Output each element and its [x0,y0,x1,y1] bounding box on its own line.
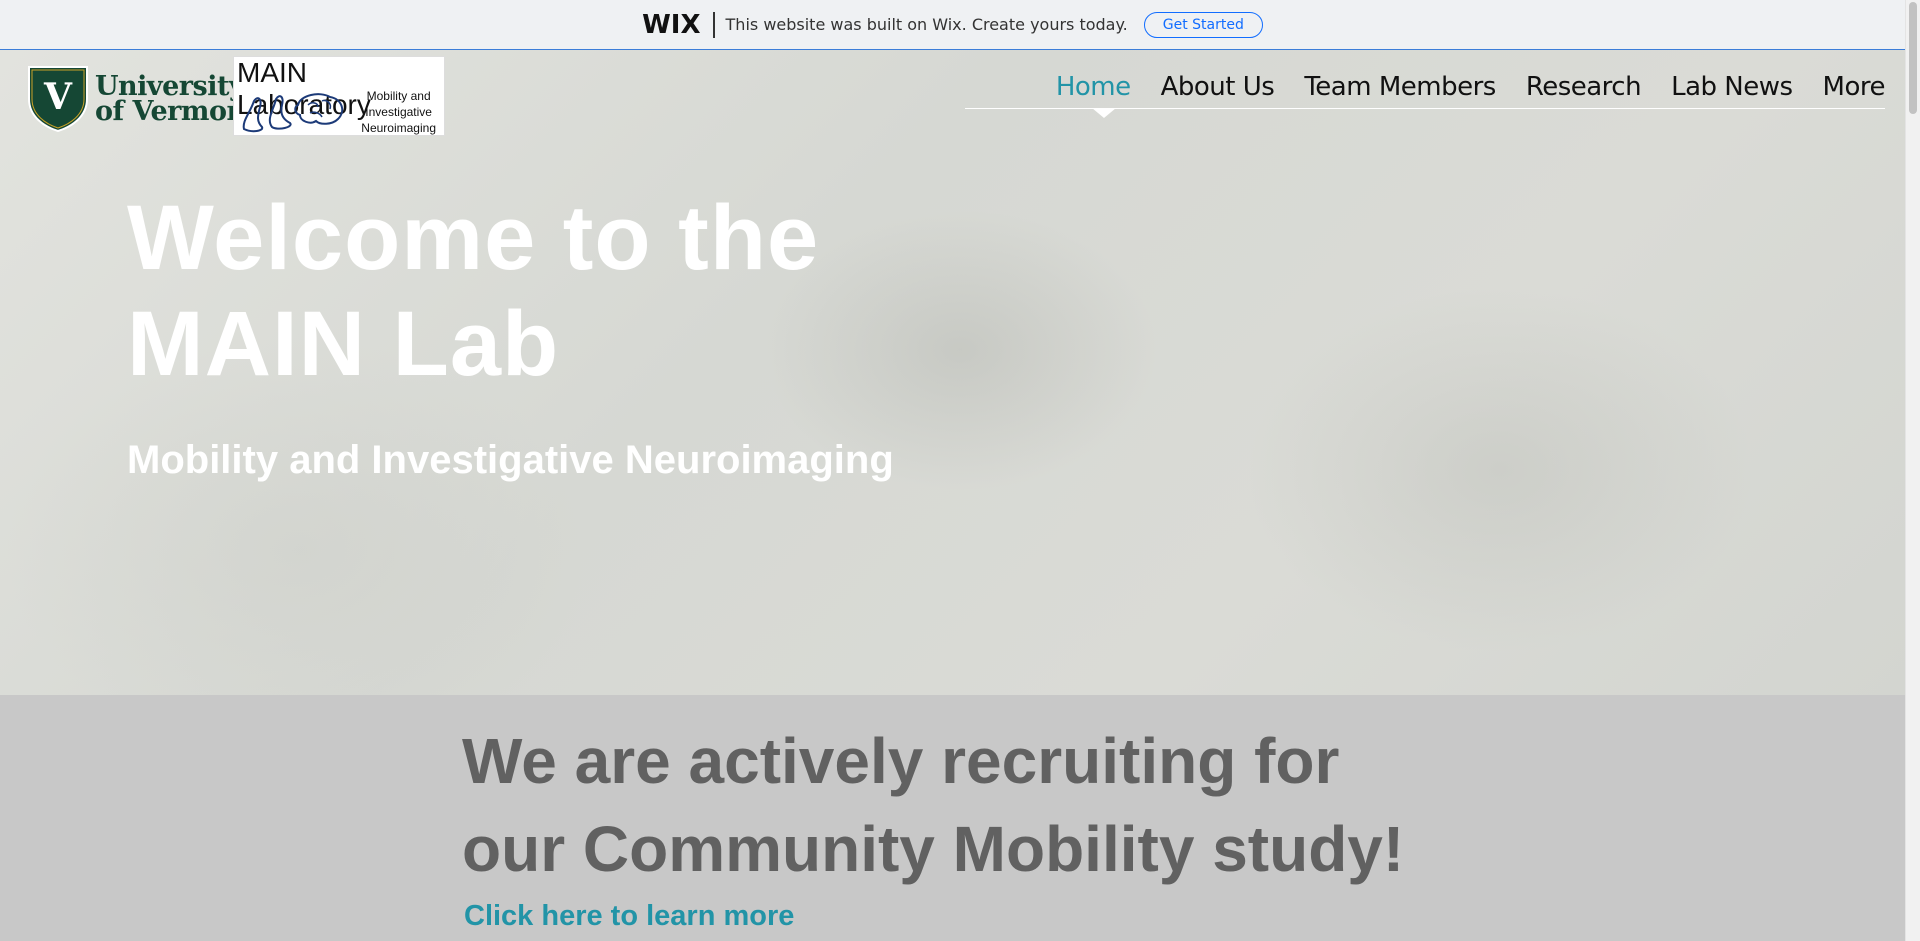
nav-item-home[interactable]: Home [1056,70,1131,104]
wix-logo[interactable]: WIX [642,10,700,40]
page-scrollbar[interactable] [1905,0,1920,941]
lab-logo-subtitle-line1: Mobility and [366,89,431,103]
wix-banner: WIX This website was built on Wix. Creat… [0,0,1905,50]
hero-title: Welcome to the MAIN Lab [127,185,819,397]
wix-divider [712,11,715,38]
recruiting-heading-line2: our Community Mobility study! [462,813,1405,885]
scrollbar-thumb[interactable] [1909,2,1917,114]
wix-banner-message: This website was built on Wix. Create yo… [725,15,1128,34]
nav-item-research[interactable]: Research [1526,70,1642,104]
hero-section: V University of Vermont MAIN Laboratory … [0,50,1905,695]
recruiting-heading: We are actively recruiting for our Commu… [462,717,1462,893]
feet-brain-icon [242,93,344,133]
learn-more-link[interactable]: Click here to learn more [464,900,794,933]
nav-item-about-us[interactable]: About Us [1161,70,1275,104]
uvm-shield-letter: V [43,76,73,118]
hero-title-line2: MAIN Lab [127,293,560,395]
lab-logo-subtitle-line3: Neuroimaging [361,121,436,135]
hero-title-line1: Welcome to the [127,187,820,289]
lab-logo-subtitle: Mobility and Investigative Neuroimaging [361,88,436,136]
active-nav-indicator [1092,108,1116,118]
uvm-shield-icon: V [28,66,88,133]
main-navigation: Home About Us Team Members Research Lab … [965,70,1886,109]
nav-item-lab-news[interactable]: Lab News [1671,70,1793,104]
recruiting-section: We are actively recruiting for our Commu… [0,695,1905,941]
uvm-logo[interactable]: V University of Vermont [27,65,258,133]
recruiting-heading-line1: We are actively recruiting for [462,725,1340,797]
lab-logo-subtitle-line2: Investigative [365,105,432,119]
nav-item-more[interactable]: More [1823,70,1886,104]
nav-item-team-members[interactable]: Team Members [1304,70,1496,104]
get-started-button[interactable]: Get Started [1143,11,1263,38]
main-lab-logo[interactable]: MAIN Laboratory Mobility and Investigati… [233,56,445,136]
hero-subtitle: Mobility and Investigative Neuroimaging [127,438,894,482]
